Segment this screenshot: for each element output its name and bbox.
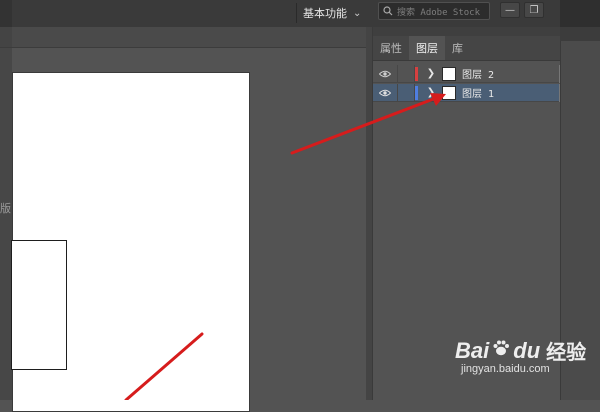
annotation-arrow — [290, 96, 438, 155]
watermark-brand-cn: 经验 — [546, 342, 587, 364]
watermark-url: jingyan.baidu.com — [461, 363, 550, 375]
paw-icon — [491, 338, 511, 364]
watermark-brand-tail: du — [513, 337, 541, 363]
annotation-stroke — [124, 332, 204, 400]
baidu-jingyan-watermark: Bai du 经验 jingyan.baidu.com — [455, 336, 595, 392]
watermark-brand: Bai — [455, 337, 490, 363]
